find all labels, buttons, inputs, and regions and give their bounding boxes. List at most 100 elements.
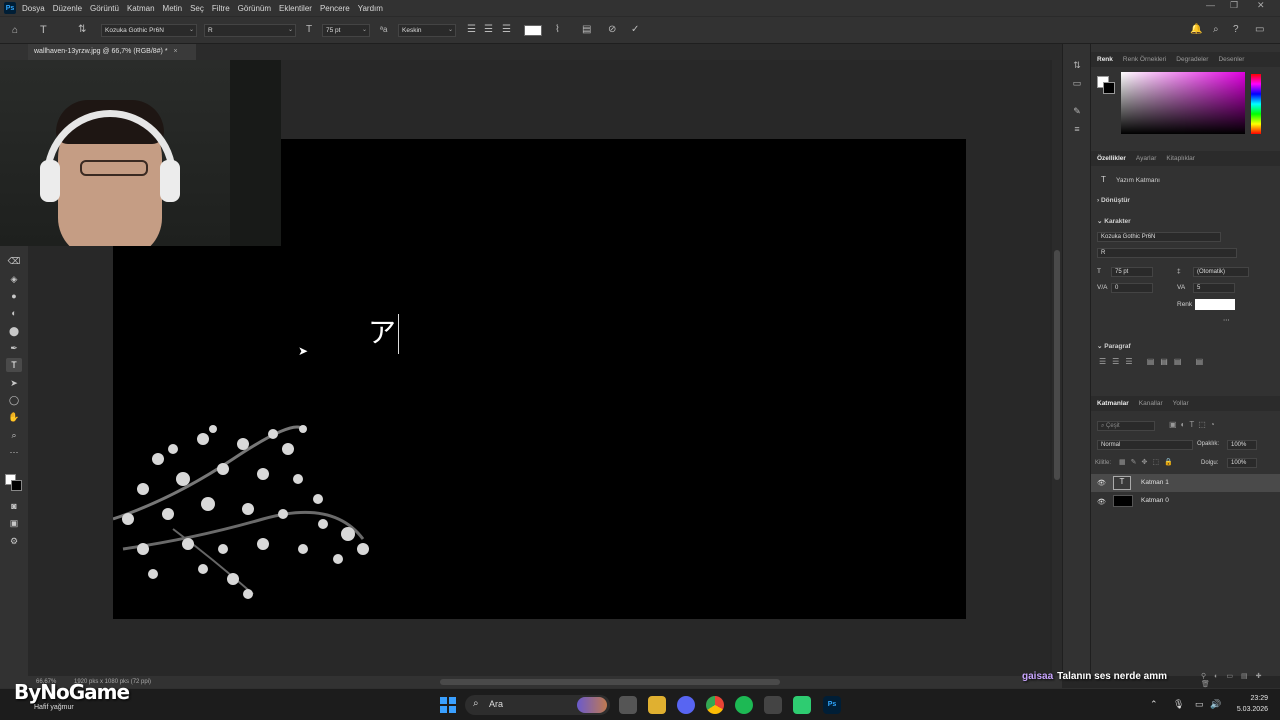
menu-goruntu[interactable]: Görüntü — [90, 4, 119, 13]
brush-settings-icon[interactable]: ✎ — [1070, 106, 1084, 118]
layer-action-icons[interactable]: ⚲◐▭▤✚🗑 — [1201, 672, 1280, 688]
tab-renk[interactable]: Renk — [1097, 56, 1113, 63]
close-icon[interactable]: ✕ — [1257, 0, 1265, 11]
tab-renk-ornekleri[interactable]: Renk Örnekleri — [1123, 56, 1166, 63]
tab-kanallar[interactable]: Kanallar — [1139, 400, 1163, 407]
align-center-icon[interactable]: ☰ — [484, 25, 493, 35]
font-style-select[interactable]: R ⌄ — [204, 24, 296, 37]
character-kerning-field[interactable]: 0 — [1111, 283, 1153, 293]
close-tab-icon[interactable]: × — [174, 48, 178, 55]
path-selection-tool-icon[interactable]: ➤ — [6, 376, 22, 390]
pen-tool-icon[interactable]: ✒ — [6, 341, 22, 355]
visibility-eye-icon[interactable]: 👁 — [1097, 498, 1106, 506]
tray-chevron-icon[interactable]: ⌃ — [1150, 699, 1158, 710]
text-tool-icon[interactable]: T — [40, 25, 47, 36]
paragraph-align-buttons[interactable]: ☰☰☰ ▤▤▤ ▤ — [1099, 357, 1239, 369]
task-view-icon[interactable] — [619, 696, 637, 714]
more-tools-icon[interactable]: ⋯ — [6, 445, 22, 459]
tab-katmanlar[interactable]: Katmanlar — [1097, 400, 1129, 407]
layer-row[interactable]: Katman 0 — [1109, 493, 1280, 511]
character-style-select[interactable]: R — [1097, 248, 1237, 258]
commit-icon[interactable]: ✓ — [631, 25, 639, 35]
menu-eklentiler[interactable]: Eklentiler — [279, 4, 312, 13]
eraser-tool-icon[interactable]: ⌫ — [6, 254, 22, 268]
photoshop-logo-icon[interactable]: Ps — [4, 2, 16, 14]
layer-filter-input[interactable]: ⌕ Çeşit — [1097, 421, 1155, 431]
character-color-swatch[interactable] — [1195, 299, 1235, 310]
volume-icon[interactable]: 🔊 — [1210, 699, 1221, 710]
file-explorer-icon[interactable] — [648, 696, 666, 714]
dodge-tool-icon[interactable]: ◐ — [6, 306, 22, 320]
fill-field[interactable]: 100% — [1227, 458, 1257, 468]
horizontal-scrollbar[interactable] — [440, 679, 780, 685]
font-family-select[interactable]: Kozuka Gothic Pr6N ⌄ — [101, 24, 197, 37]
system-clock[interactable]: 23:29 5.03.2026 — [1237, 693, 1268, 715]
paint-bucket-tool-icon[interactable]: ◈ — [6, 272, 22, 286]
tab-ozellikler[interactable]: Özellikler — [1097, 155, 1126, 162]
menu-pencere[interactable]: Pencere — [320, 4, 350, 13]
menu-filtre[interactable]: Filtre — [212, 4, 230, 13]
comments-icon[interactable]: ▭ — [1070, 78, 1084, 90]
menu-yardim[interactable]: Yardım — [358, 4, 383, 13]
tab-degradeler[interactable]: Degradeler — [1176, 56, 1208, 63]
text-orientation-icon[interactable]: ⇅ — [78, 25, 86, 35]
history-icon[interactable]: ⇅ — [1070, 60, 1084, 72]
character-size-field[interactable]: 75 pt — [1111, 267, 1153, 277]
document-tab[interactable]: wallhaven-13yrzw.jpg @ 66,7% (RGB/8#) * … — [28, 44, 196, 60]
spotify-icon[interactable] — [735, 696, 753, 714]
taskbar-search-input[interactable]: ⌕ Ara — [465, 695, 610, 715]
ellipse-tool-icon[interactable]: ◯ — [6, 393, 22, 407]
tab-kitapliklar[interactable]: Kitaplıklar — [1166, 155, 1195, 162]
canvas-text-layer[interactable]: ア — [368, 311, 396, 351]
search-icon[interactable]: ⌕ — [1213, 25, 1219, 35]
menu-metin[interactable]: Metin — [163, 4, 183, 13]
windows-start-icon[interactable] — [440, 697, 456, 713]
vertical-scrollbar-thumb[interactable] — [1054, 250, 1060, 480]
antialias-select[interactable]: Keskin ⌄ — [398, 24, 456, 37]
app-green-icon[interactable] — [793, 696, 811, 714]
notification-icon[interactable]: 🔔 — [1190, 25, 1202, 35]
chrome-icon[interactable] — [706, 696, 724, 714]
menu-katman[interactable]: Katman — [127, 4, 155, 13]
maximize-icon[interactable]: ❐ — [1230, 0, 1238, 11]
minimize-icon[interactable]: — — [1206, 0, 1215, 10]
more-options-icon[interactable]: ⋯ — [1223, 316, 1230, 324]
home-icon[interactable]: ⌂ — [12, 26, 18, 36]
text-color-swatch[interactable] — [524, 25, 542, 36]
character-panel-icon[interactable]: ▤ — [582, 25, 591, 35]
align-left-icon[interactable]: ☰ — [467, 25, 476, 35]
app-icon[interactable] — [764, 696, 782, 714]
tab-desenler[interactable]: Desenler — [1218, 56, 1244, 63]
zoom-tool-icon[interactable]: ⌕ — [6, 428, 22, 442]
layer-name[interactable]: Katman 0 — [1141, 497, 1169, 504]
opacity-field[interactable]: 100% — [1227, 440, 1257, 450]
character-font-select[interactable]: Kozuka Gothic Pr6N — [1097, 232, 1221, 242]
lock-icons[interactable]: ▦✎✥⬚🔒 — [1119, 458, 1178, 466]
background-color-swatch[interactable] — [11, 480, 22, 491]
font-size-select[interactable]: 75 pt ⌄ — [322, 24, 370, 37]
workspace-icon[interactable]: ▭ — [1255, 25, 1264, 35]
type-tool-icon[interactable]: T — [6, 358, 22, 372]
warp-text-icon[interactable]: ⌇ — [555, 25, 560, 35]
tab-yollar[interactable]: Yollar — [1173, 400, 1189, 407]
screen-mode-icon[interactable]: ▣ — [6, 516, 22, 530]
menu-gorunum[interactable]: Görünüm — [238, 4, 271, 13]
sponge-tool-icon[interactable]: ⬤ — [6, 324, 22, 338]
edit-toolbar-icon[interactable]: ⚙ — [6, 534, 22, 548]
character-tracking-field[interactable]: 5 — [1193, 283, 1235, 293]
adjustments-icon[interactable]: ≡ — [1070, 124, 1084, 136]
vertical-scrollbar[interactable] — [1052, 60, 1062, 676]
paragraph-section[interactable]: ⌄ Paragraf — [1097, 342, 1131, 350]
layer-row[interactable]: T Katman 1 — [1109, 474, 1280, 492]
discord-icon[interactable] — [677, 696, 695, 714]
hue-slider[interactable] — [1251, 74, 1261, 134]
character-leading-field[interactable]: (Otomatik) — [1193, 267, 1249, 277]
menu-duzenle[interactable]: Düzenle — [53, 4, 82, 13]
visibility-eye-icon[interactable]: 👁 — [1097, 479, 1106, 487]
blur-tool-icon[interactable]: ● — [6, 289, 22, 303]
align-right-icon[interactable]: ☰ — [502, 25, 511, 35]
cancel-icon[interactable]: ⊘ — [608, 25, 616, 35]
menu-dosya[interactable]: Dosya — [22, 4, 45, 13]
menu-sec[interactable]: Seç — [190, 4, 204, 13]
photoshop-taskbar-icon[interactable]: Ps — [823, 696, 841, 714]
